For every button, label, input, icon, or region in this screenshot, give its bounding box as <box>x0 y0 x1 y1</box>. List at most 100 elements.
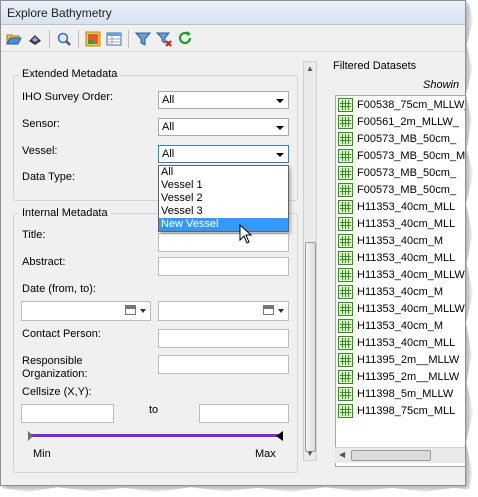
date-label: Date (from, to): <box>22 283 96 295</box>
raster-dataset-icon <box>338 370 353 384</box>
dataset-item[interactable]: F00538_75cm_MLLW_ <box>338 97 465 113</box>
metadata-scrollbar[interactable]: ▲ ▼ <box>303 61 317 461</box>
raster-dataset-icon <box>338 234 353 248</box>
raster-dataset-icon <box>338 183 353 197</box>
dataset-item[interactable]: F00573_MB_50cm_ <box>338 131 456 147</box>
title-field[interactable] <box>158 233 289 252</box>
scrollbar-thumb[interactable] <box>305 242 316 452</box>
dataset-name: F00573_MB_50cm_ <box>357 133 457 145</box>
open-folder-icon[interactable] <box>5 30 23 48</box>
refresh-icon[interactable] <box>176 30 194 48</box>
vessel-option-vessel-3[interactable]: Vessel 3 <box>159 205 288 218</box>
raster-dataset-icon <box>338 404 353 418</box>
dataset-item[interactable]: H11353_40cm_M <box>338 233 443 249</box>
dataset-name: H11353_40cm_MLL <box>357 201 456 213</box>
chevron-down-icon <box>140 309 146 313</box>
datasets-horizontal-scrollbar[interactable]: ◀ <box>335 447 465 463</box>
dataset-item[interactable]: F00573_MB_50cm_ <box>338 182 456 198</box>
dataset-item[interactable]: F00573_MB_50cm_ <box>338 165 456 181</box>
extended-metadata-legend: Extended Metadata <box>19 68 121 80</box>
calendar-icon <box>125 305 136 315</box>
scroll-down-icon[interactable]: ▼ <box>306 449 314 458</box>
cellsize-range-slider[interactable] <box>31 434 282 437</box>
toolbar-separator <box>128 29 129 48</box>
dataset-item[interactable]: H11353_40cm_M <box>338 318 443 334</box>
raster-dataset-icon <box>338 268 353 282</box>
dataset-item[interactable]: H11395_2m__MLLW <box>338 352 459 368</box>
abstract-label: Abstract: <box>22 256 66 268</box>
dataset-name: H11398_75cm_MLL <box>357 405 456 417</box>
title-label: Title: <box>22 229 46 241</box>
date-to-picker[interactable] <box>158 301 289 321</box>
iho-survey-order-value: All <box>162 94 175 106</box>
dataset-item[interactable]: F00573_MB_50cm_M <box>338 148 465 164</box>
dataset-item[interactable]: H11353_40cm_MLL <box>338 216 455 232</box>
raster-dataset-icon <box>338 387 353 401</box>
dataset-item[interactable]: H11353_40cm_MLL <box>338 199 455 215</box>
map-icon[interactable] <box>84 30 102 48</box>
date-from-picker[interactable] <box>21 301 151 321</box>
dataset-item[interactable]: H11353_40cm_MLLW <box>338 301 465 317</box>
dataset-name: F00573_MB_50cm_ <box>357 184 457 196</box>
slider-min-label: Min <box>33 448 51 460</box>
filter-icon[interactable] <box>134 30 152 48</box>
dataset-name: H11353_40cm_M <box>357 235 444 247</box>
chevron-down-icon <box>278 309 284 313</box>
slider-min-handle[interactable] <box>28 431 33 441</box>
dataset-name: H11353_40cm_M <box>357 320 444 332</box>
slider-max-handle[interactable] <box>276 431 283 441</box>
dataset-name: H11353_40cm_MLL <box>357 218 456 230</box>
cellsize-y-field[interactable] <box>199 404 289 423</box>
window-title: Explore Bathymetry <box>1 1 465 25</box>
cellsize-x-field[interactable] <box>21 404 114 423</box>
vessel-option-vessel-2[interactable]: Vessel 2 <box>159 192 288 205</box>
sensor-value: All <box>162 121 175 133</box>
raster-dataset-icon <box>338 302 353 316</box>
vessel-value: All <box>162 148 175 160</box>
dataset-item[interactable]: H11398_5m_MLLW <box>338 386 453 402</box>
chevron-down-icon <box>276 126 284 130</box>
data-type-label: Data Type: <box>22 171 75 183</box>
dataset-item[interactable]: F00561_2m_MLLW_ <box>338 114 459 130</box>
dataset-item[interactable]: H11353_40cm_MLLW <box>338 267 465 283</box>
clear-filter-icon[interactable] <box>155 30 173 48</box>
vessel-option-all[interactable]: All <box>159 166 288 179</box>
cellsize-label: Cellsize (X,Y): <box>22 386 92 398</box>
abstract-field[interactable] <box>158 257 289 276</box>
dataset-item[interactable]: H11353_40cm_MLL <box>338 250 455 266</box>
filtered-datasets-header: Filtered Datasets <box>333 60 417 72</box>
mouse-cursor-icon <box>239 224 253 244</box>
chevron-down-icon <box>276 153 284 157</box>
internal-metadata-legend: Internal Metadata <box>19 207 111 219</box>
responsible-label: Responsible <box>22 355 83 367</box>
dataset-item[interactable]: H11353_40cm_M <box>338 284 443 300</box>
save-icon[interactable] <box>26 30 44 48</box>
filtered-datasets-list[interactable]: F00538_75cm_MLLW_ F00561_2m_MLLW_ F00573… <box>335 95 465 467</box>
search-icon[interactable] <box>55 30 73 48</box>
vessel-option-new-vessel[interactable]: New Vessel <box>159 218 288 231</box>
iho-survey-order-select[interactable]: All <box>158 91 289 109</box>
vessel-select[interactable]: All <box>158 145 289 163</box>
responsible-organization-field[interactable] <box>158 355 289 374</box>
organization-label: Organization: <box>22 368 88 380</box>
dataset-name: H11353_40cm_MLLW <box>357 303 465 315</box>
raster-dataset-icon <box>338 166 353 180</box>
dataset-item[interactable]: H11398_75cm_MLL <box>338 403 455 419</box>
vessel-option-vessel-1[interactable]: Vessel 1 <box>159 179 288 192</box>
scroll-up-icon[interactable]: ▲ <box>306 64 314 73</box>
scroll-left-icon[interactable]: ◀ <box>339 450 345 459</box>
explore-bathymetry-window: Explore Bathymetry Extended Metadata IHO… <box>0 0 466 486</box>
sensor-select[interactable]: All <box>158 118 289 136</box>
scrollbar-thumb[interactable] <box>351 450 431 461</box>
dataset-name: H11395_2m__MLLW <box>357 354 460 366</box>
showing-label: Showin <box>423 79 460 91</box>
toolbar <box>1 26 465 52</box>
raster-dataset-icon <box>338 217 353 231</box>
raster-dataset-icon <box>338 98 353 112</box>
toolbar-separator <box>78 29 79 48</box>
dataset-item[interactable]: H11353_40cm_MLL <box>338 335 455 351</box>
contact-person-field[interactable] <box>158 329 289 348</box>
table-icon[interactable] <box>105 30 123 48</box>
dataset-item[interactable]: H11395_2m__MLLW <box>338 369 459 385</box>
raster-dataset-icon <box>338 132 353 146</box>
